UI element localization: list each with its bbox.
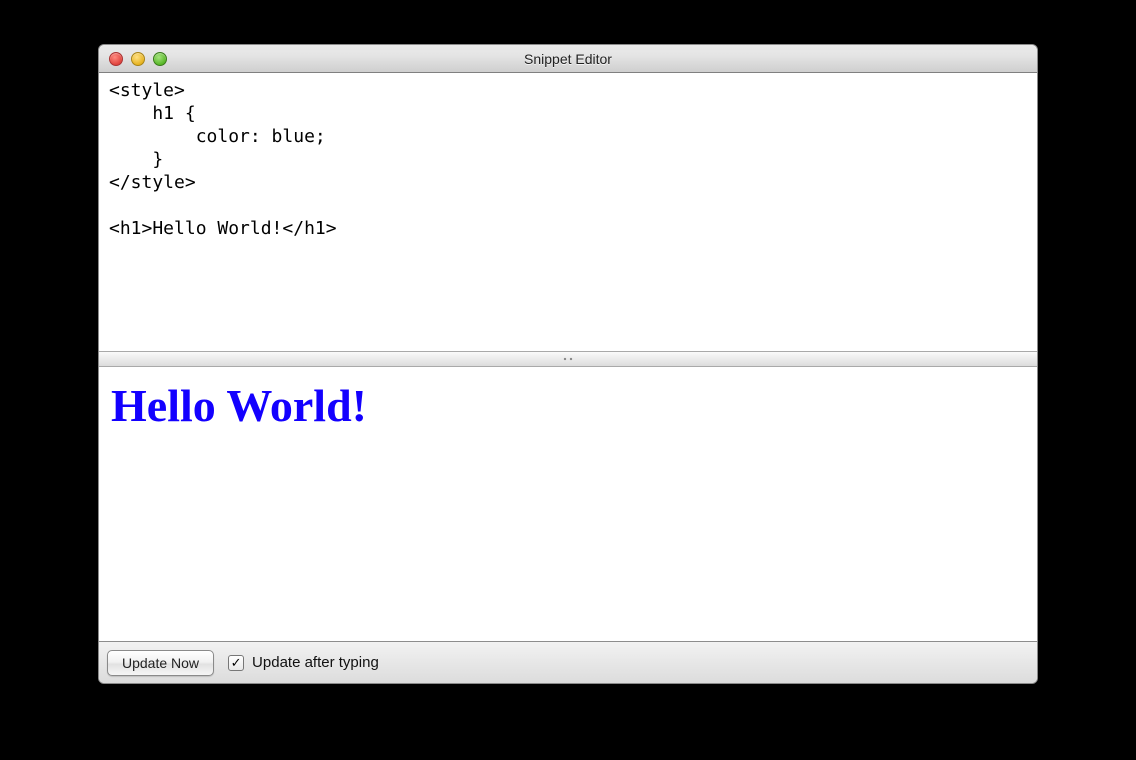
code-editor-pane[interactable]: <style> h1 { color: blue; } </style> <h1… xyxy=(99,73,1037,351)
window-titlebar[interactable]: Snippet Editor xyxy=(99,45,1037,73)
close-icon[interactable] xyxy=(109,52,123,66)
minimize-icon[interactable] xyxy=(131,52,145,66)
update-after-typing-label: Update after typing xyxy=(252,654,379,671)
update-now-button[interactable]: Update Now xyxy=(107,650,214,676)
window-title: Snippet Editor xyxy=(99,51,1037,67)
zoom-icon[interactable] xyxy=(153,52,167,66)
update-after-typing-control[interactable]: ✓ Update after typing xyxy=(228,654,379,671)
bottom-toolbar: Update Now ✓ Update after typing xyxy=(99,641,1037,683)
preview-pane: Hello World! xyxy=(99,367,1037,641)
snippet-editor-window: Snippet Editor <style> h1 { color: blue;… xyxy=(98,44,1038,684)
checkbox-icon[interactable]: ✓ xyxy=(228,655,244,671)
pane-splitter[interactable] xyxy=(99,351,1037,367)
code-editor[interactable]: <style> h1 { color: blue; } </style> <h1… xyxy=(109,79,1029,240)
traffic-lights xyxy=(109,52,167,66)
splitter-grip-icon xyxy=(563,356,573,362)
preview-heading: Hello World! xyxy=(111,379,1027,432)
